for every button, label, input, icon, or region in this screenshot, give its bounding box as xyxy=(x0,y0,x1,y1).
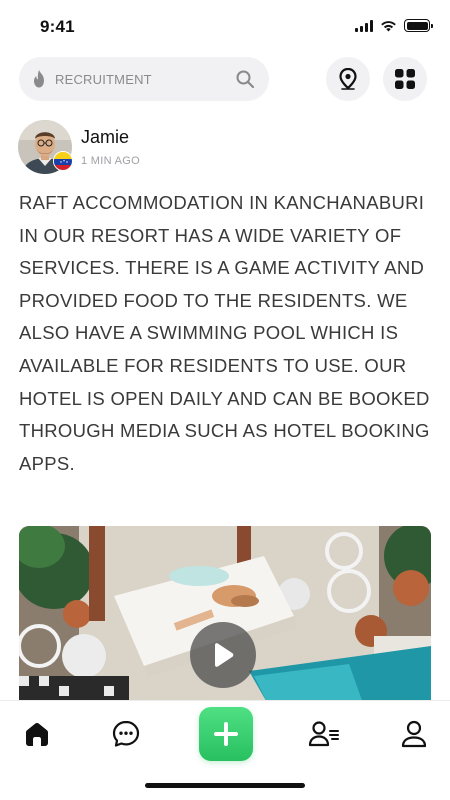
status-icons xyxy=(355,19,433,32)
menu-grid-button[interactable] xyxy=(383,57,427,101)
contacts-list-icon xyxy=(308,721,339,747)
battery-icon xyxy=(404,19,433,32)
post-body-text: RAFT ACCOMMODATION IN KANCHANABURI IN OU… xyxy=(19,192,430,474)
play-icon xyxy=(215,643,234,667)
nav-add-button[interactable] xyxy=(199,707,253,761)
grid-icon xyxy=(395,69,415,89)
chat-bubble-icon xyxy=(112,720,140,747)
venezuela-flag-icon xyxy=(53,151,73,171)
user-icon xyxy=(401,720,427,748)
search-bar[interactable] xyxy=(19,57,269,101)
fire-icon xyxy=(34,70,44,88)
location-pin-icon xyxy=(339,68,357,90)
home-icon xyxy=(26,723,48,746)
plus-icon xyxy=(214,722,238,746)
play-button[interactable] xyxy=(190,622,256,688)
search-icon[interactable] xyxy=(235,69,255,89)
wifi-icon xyxy=(381,20,396,31)
post-timestamp: 1 MIN AGO xyxy=(81,155,140,167)
nav-chat-button[interactable] xyxy=(110,718,142,750)
search-input[interactable] xyxy=(55,71,235,87)
home-indicator xyxy=(145,783,305,788)
status-time: 9:41 xyxy=(40,17,75,36)
nav-profile-button[interactable] xyxy=(398,718,430,750)
cellular-signal-icon xyxy=(355,19,373,32)
nav-contacts-button[interactable] xyxy=(308,718,340,750)
nav-home-button[interactable] xyxy=(21,718,53,750)
location-button[interactable] xyxy=(326,57,370,101)
status-bar: 9:41 xyxy=(0,0,450,54)
author-name[interactable]: Jamie xyxy=(81,127,129,148)
